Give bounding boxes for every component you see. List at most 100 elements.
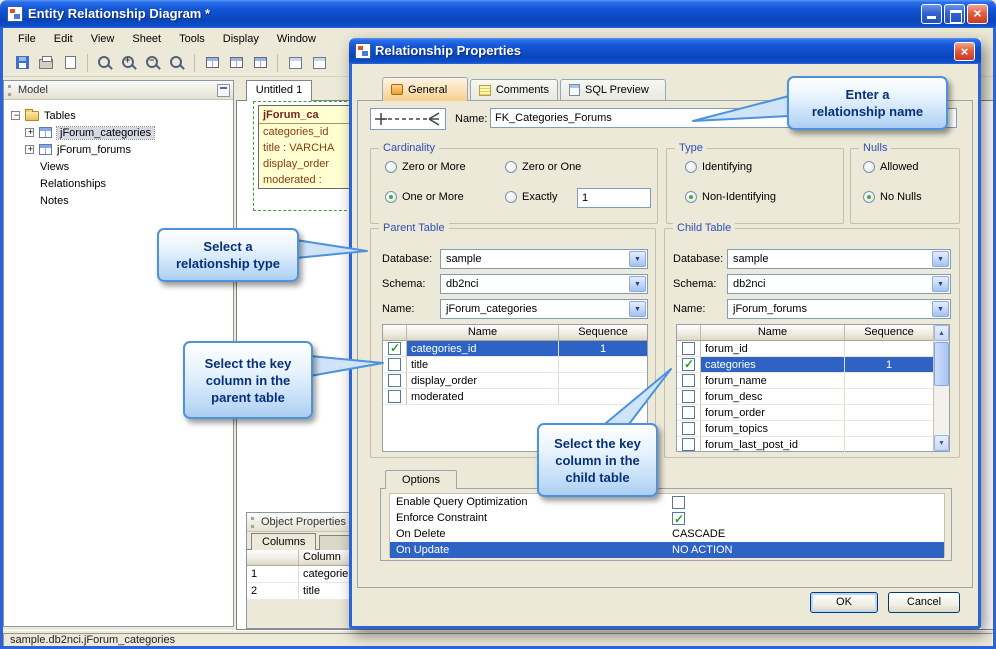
checkbox-icon[interactable] — [388, 390, 401, 403]
radio-no-nulls[interactable]: No Nulls — [863, 191, 922, 203]
radio-icon-selected[interactable] — [863, 191, 875, 203]
table-row[interactable]: forum_name — [677, 373, 933, 389]
align-grid-icon[interactable] — [225, 52, 247, 74]
checkbox-icon[interactable] — [682, 342, 695, 355]
cancel-button[interactable]: Cancel — [888, 592, 960, 613]
checkbox-checked-icon[interactable] — [672, 511, 685, 527]
menu-tools[interactable]: Tools — [170, 30, 214, 48]
checkbox-icon[interactable] — [672, 495, 685, 509]
option-row-selected[interactable]: On Update NO ACTION — [390, 542, 944, 558]
table-row[interactable]: forum_desc — [677, 389, 933, 405]
new-sheet-icon[interactable] — [284, 52, 306, 74]
child-database-select[interactable]: sample — [727, 249, 951, 269]
dialog-close-button[interactable] — [954, 42, 975, 61]
zoom-in-icon[interactable] — [118, 52, 140, 74]
radio-allowed[interactable]: Allowed — [863, 161, 919, 173]
collapse-panel-icon[interactable] — [217, 84, 230, 97]
table-row[interactable]: moderated — [383, 389, 647, 405]
tab-comments[interactable]: Comments — [470, 79, 558, 100]
key-checkbox[interactable] — [677, 421, 701, 437]
minimize-button[interactable] — [921, 4, 942, 24]
checkbox-icon[interactable] — [682, 390, 695, 403]
tree-item-jforum-forums[interactable]: jForum_forums — [4, 141, 233, 158]
key-checkbox[interactable] — [677, 389, 701, 405]
checkbox-icon[interactable] — [388, 374, 401, 387]
radio-identifying[interactable]: Identifying — [685, 161, 752, 173]
ok-button[interactable]: OK — [810, 592, 878, 613]
scrollbar-thumb[interactable] — [934, 342, 949, 386]
print-preview-icon[interactable] — [59, 52, 81, 74]
chevron-down-icon[interactable] — [932, 301, 949, 317]
checkbox-checked-icon[interactable] — [388, 341, 401, 355]
tab-untitled-1[interactable]: Untitled 1 — [246, 80, 312, 101]
checkbox-checked-icon[interactable] — [682, 357, 695, 371]
tree-item-jforum-categories[interactable]: jForum_categories — [4, 124, 233, 141]
model-panel-header[interactable]: Model — [4, 81, 233, 100]
tree-item-relationships[interactable]: Relationships — [4, 175, 233, 192]
expand-expander-icon[interactable] — [25, 127, 35, 138]
menu-edit[interactable]: Edit — [45, 30, 82, 48]
table-row[interactable]: forum_id — [677, 341, 933, 357]
zoom-icon[interactable] — [94, 52, 116, 74]
menu-sheet[interactable]: Sheet — [123, 30, 170, 48]
radio-icon[interactable] — [685, 161, 697, 173]
print-icon[interactable] — [35, 52, 57, 74]
chevron-down-icon[interactable] — [629, 276, 646, 292]
tree-item-notes[interactable]: Notes — [4, 192, 233, 209]
save-icon[interactable] — [11, 52, 33, 74]
show-grid-icon[interactable] — [201, 52, 223, 74]
key-checkbox[interactable] — [677, 341, 701, 357]
chevron-down-icon[interactable] — [629, 301, 646, 317]
radio-icon-selected[interactable] — [685, 191, 697, 203]
radio-icon[interactable] — [505, 191, 517, 203]
panel-grip[interactable] — [251, 517, 254, 528]
option-row[interactable]: Enable Query Optimization — [390, 494, 944, 510]
menu-window[interactable]: Window — [268, 30, 325, 48]
radio-one-or-more[interactable]: One or More — [385, 191, 464, 203]
checkbox-icon[interactable] — [388, 358, 401, 371]
key-checkbox[interactable] — [383, 389, 407, 405]
table-row[interactable]: forum_topics — [677, 421, 933, 437]
key-checkbox[interactable] — [677, 437, 701, 453]
key-checkbox[interactable] — [383, 373, 407, 389]
radio-non-identifying[interactable]: Non-Identifying — [685, 191, 776, 203]
table-row[interactable]: display_order — [383, 373, 647, 389]
menu-view[interactable]: View — [82, 30, 124, 48]
radio-icon[interactable] — [505, 161, 517, 173]
tab-options[interactable]: Options — [385, 470, 457, 489]
menu-display[interactable]: Display — [214, 30, 268, 48]
radio-icon-selected[interactable] — [385, 191, 397, 203]
table-row[interactable]: forum_last_post_id — [677, 437, 933, 453]
zoom-out-icon[interactable] — [142, 52, 164, 74]
snap-grid-icon[interactable] — [249, 52, 271, 74]
collapse-expander-icon[interactable] — [11, 110, 21, 121]
radio-icon[interactable] — [385, 161, 397, 173]
expand-expander-icon[interactable] — [25, 144, 35, 155]
tab-columns[interactable]: Columns — [251, 533, 317, 550]
table-row[interactable]: forum_order — [677, 405, 933, 421]
scroll-up-icon[interactable] — [934, 325, 949, 341]
tree-item-tables[interactable]: Tables — [4, 107, 233, 124]
checkbox-icon[interactable] — [682, 422, 695, 435]
key-checkbox[interactable] — [383, 341, 407, 357]
radio-zero-or-one[interactable]: Zero or One — [505, 161, 581, 173]
key-checkbox[interactable] — [677, 357, 701, 373]
child-schema-select[interactable]: db2nci — [727, 274, 951, 294]
child-name-select[interactable]: jForum_forums — [727, 299, 951, 319]
checkbox-icon[interactable] — [682, 406, 695, 419]
tab-sql-preview[interactable]: SQL Preview — [560, 79, 666, 100]
chevron-down-icon[interactable] — [629, 251, 646, 267]
key-checkbox[interactable] — [383, 357, 407, 373]
radio-zero-or-more[interactable]: Zero or More — [385, 161, 466, 173]
panel-grip[interactable] — [8, 85, 11, 96]
zoom-fit-icon[interactable] — [166, 52, 188, 74]
option-row[interactable]: On Delete CASCADE — [390, 526, 944, 542]
radio-exactly[interactable]: Exactly — [505, 191, 557, 203]
exactly-value-input[interactable] — [577, 188, 651, 208]
vertical-scrollbar[interactable] — [933, 325, 949, 451]
dialog-titlebar[interactable]: Relationship Properties — [349, 38, 981, 64]
parent-schema-select[interactable]: db2nci — [440, 274, 648, 294]
parent-name-select[interactable]: jForum_categories — [440, 299, 648, 319]
table-row[interactable]: title — [383, 357, 647, 373]
key-checkbox[interactable] — [677, 405, 701, 421]
